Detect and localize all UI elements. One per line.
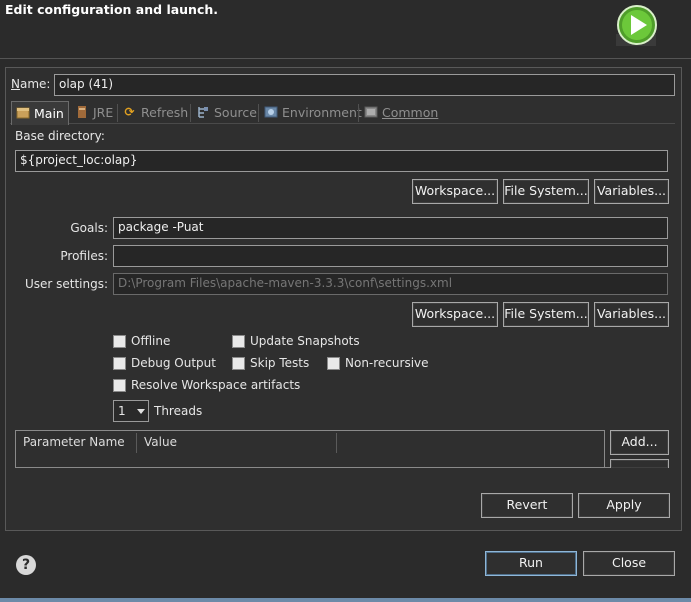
- table-bottom-border: [15, 467, 668, 468]
- threads-value: 1: [118, 404, 126, 418]
- source-tab-icon: [195, 105, 210, 120]
- base-variables-button[interactable]: Variables...: [594, 179, 669, 204]
- settings-variables-button[interactable]: Variables...: [594, 302, 669, 327]
- checkbox-box[interactable]: [327, 356, 340, 370]
- skip-tests-label: Skip Tests: [250, 356, 310, 370]
- name-label: Name:: [11, 77, 51, 91]
- dialog-title: Edit configuration and launch.: [5, 2, 219, 17]
- resolve-workspace-label: Resolve Workspace artifacts: [131, 378, 301, 392]
- help-icon[interactable]: ?: [16, 555, 36, 575]
- jre-tab-icon: [74, 105, 89, 120]
- chevron-down-icon[interactable]: [137, 408, 145, 414]
- common-tab-icon: [363, 105, 378, 120]
- apply-button[interactable]: Apply: [578, 493, 670, 518]
- threads-label: Threads: [154, 404, 203, 418]
- non-recursive-checkbox[interactable]: Non-recursive: [327, 356, 429, 370]
- user-settings-label: User settings:: [24, 277, 108, 291]
- profiles-field[interactable]: [113, 245, 668, 267]
- run-button[interactable]: Run: [485, 551, 577, 576]
- checkbox-box[interactable]: [113, 334, 126, 348]
- column-divider[interactable]: [336, 433, 337, 453]
- tab-environment[interactable]: Environment: [260, 101, 366, 124]
- tab-jre-label: JRE: [93, 104, 114, 120]
- name-field[interactable]: olap (41): [54, 74, 675, 96]
- tab-jre[interactable]: JRE: [71, 101, 117, 124]
- tab-source-label: Source: [214, 104, 257, 120]
- debug-output-checkbox[interactable]: Debug Output: [113, 356, 216, 370]
- goals-field[interactable]: package -Puat: [113, 217, 668, 239]
- base-workspace-button[interactable]: Workspace...: [412, 179, 498, 204]
- resolve-workspace-checkbox[interactable]: Resolve Workspace artifacts: [113, 378, 300, 392]
- revert-button[interactable]: Revert: [481, 493, 573, 518]
- update-snapshots-label: Update Snapshots: [250, 334, 360, 348]
- update-snapshots-checkbox[interactable]: Update Snapshots: [232, 334, 360, 348]
- tab-separator: [258, 104, 259, 122]
- checkbox-box[interactable]: [232, 334, 245, 348]
- tab-separator: [190, 104, 191, 122]
- environment-tab-icon: [263, 105, 278, 120]
- tab-separator: [117, 104, 118, 122]
- checkbox-box[interactable]: [113, 356, 126, 370]
- profiles-label: Profiles:: [60, 249, 108, 263]
- skip-tests-checkbox[interactable]: Skip Tests: [232, 356, 309, 370]
- tab-main[interactable]: Main: [11, 101, 69, 125]
- close-button[interactable]: Close: [583, 551, 675, 576]
- offline-label: Offline: [131, 334, 171, 348]
- debug-output-label: Debug Output: [131, 356, 216, 370]
- tab-common-label: Common: [382, 104, 439, 120]
- column-header-value[interactable]: Value: [137, 431, 335, 455]
- refresh-tab-icon: ⟳: [124, 105, 135, 119]
- tab-refresh[interactable]: ⟳ Refresh: [119, 101, 192, 124]
- tab-common[interactable]: Common: [360, 101, 442, 124]
- threads-dropdown[interactable]: 1: [113, 400, 149, 422]
- tab-environment-label: Environment: [282, 104, 362, 120]
- main-tab-icon: [15, 106, 30, 121]
- edit-parameter-button[interactable]: [610, 459, 669, 468]
- add-parameter-button[interactable]: Add...: [610, 430, 669, 455]
- base-directory-field[interactable]: ${project_loc:olap}: [15, 150, 668, 172]
- settings-workspace-button[interactable]: Workspace...: [412, 302, 498, 327]
- offline-checkbox[interactable]: Offline: [113, 334, 170, 348]
- checkbox-box[interactable]: [232, 356, 245, 370]
- base-filesystem-button[interactable]: File System...: [503, 179, 589, 204]
- non-recursive-label: Non-recursive: [345, 356, 429, 370]
- settings-filesystem-button[interactable]: File System...: [503, 302, 589, 327]
- checkbox-box[interactable]: [113, 378, 126, 392]
- goals-label: Goals:: [70, 221, 108, 235]
- column-header-parameter-name[interactable]: Parameter Name: [16, 431, 136, 455]
- tab-source[interactable]: Source: [192, 101, 261, 124]
- window-bottom-edge: [0, 598, 691, 602]
- tab-separator: [358, 104, 359, 122]
- header-separator: [0, 58, 691, 59]
- tab-main-label: Main: [34, 105, 64, 121]
- run-launch-icon: [614, 4, 660, 48]
- tab-refresh-label: Refresh: [141, 104, 189, 120]
- user-settings-field[interactable]: D:\Program Files\apache-maven-3.3.3\conf…: [113, 273, 668, 295]
- base-directory-label: Base directory:: [15, 129, 105, 143]
